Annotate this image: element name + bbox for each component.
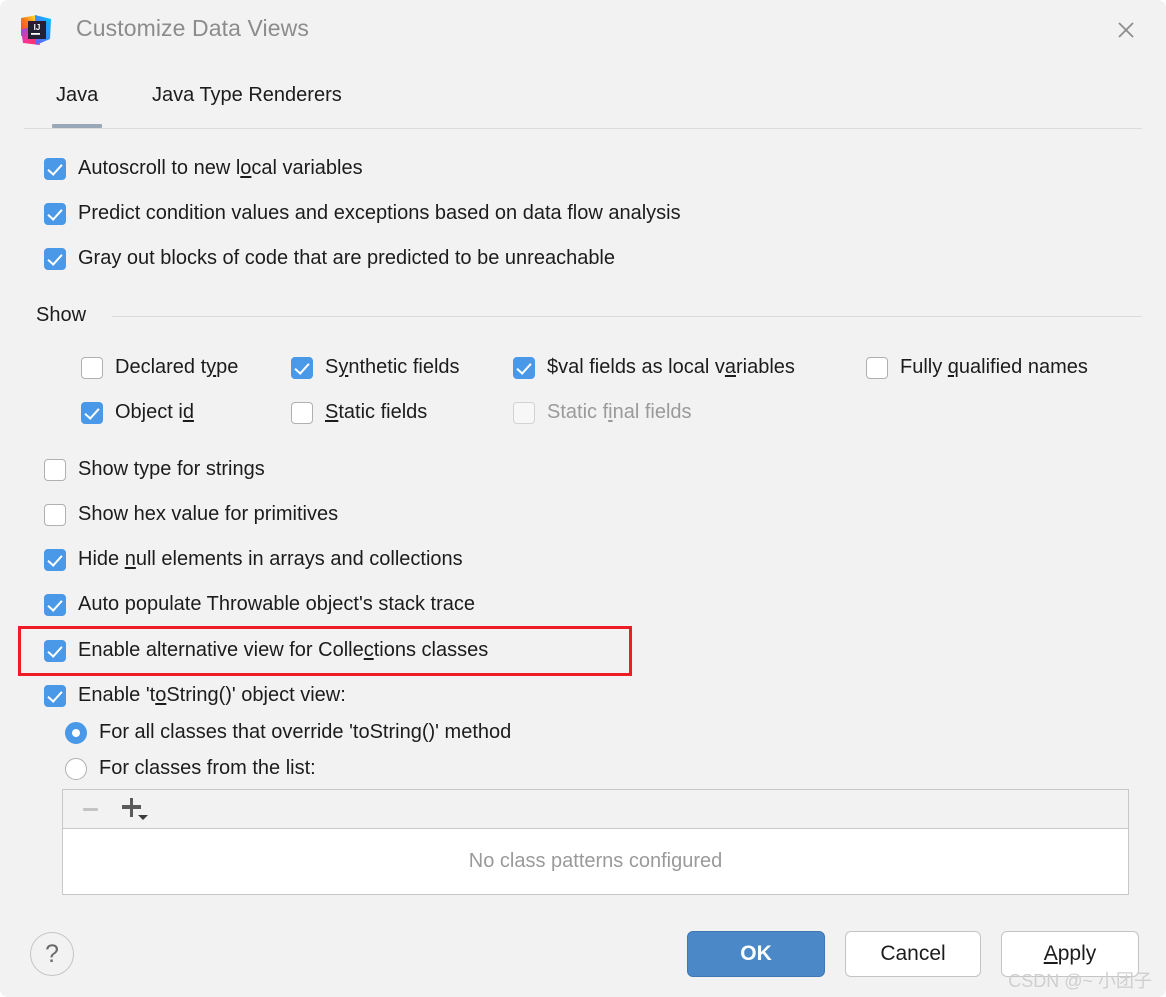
dialog-title: Customize Data Views (76, 15, 309, 41)
tab-java-type-renderers-label: Java Type Renderers (152, 84, 342, 106)
checkbox-row-show-type-for-strings[interactable]: Show type for strings (44, 458, 265, 481)
titlebar: IJ Customize Data Views (0, 0, 1166, 60)
gray-out-blocks-checkbox[interactable] (44, 247, 66, 270)
for-all-classes-radio[interactable] (65, 721, 87, 744)
predict-condition-label: Predict condition values and exceptions … (78, 202, 681, 224)
apply-button-label: Apply (1043, 942, 1097, 965)
svg-text:IJ: IJ (34, 23, 41, 32)
checkbox-row-val-fields[interactable]: $val fields as local variables (513, 356, 795, 379)
checkbox-row-synthetic-fields[interactable]: Synthetic fields (291, 356, 460, 379)
enable-alternative-view-checkbox[interactable] (44, 639, 66, 662)
tab-java-type-renderers[interactable]: Java Type Renderers (148, 84, 346, 126)
show-type-for-strings-label: Show type for strings (78, 458, 265, 480)
val-fields-checkbox[interactable] (513, 356, 535, 379)
class-patterns-toolbar (63, 790, 1128, 829)
static-final-fields-label: Static final fields (547, 401, 692, 423)
val-fields-label: $val fields as local variables (547, 356, 795, 378)
object-id-checkbox[interactable] (81, 401, 103, 424)
checkbox-row-autoscroll[interactable]: Autoscroll to new local variables (44, 157, 363, 180)
checkbox-row-predict-condition[interactable]: Predict condition values and exceptions … (44, 202, 681, 225)
checkbox-row-static-fields[interactable]: Static fields (291, 401, 427, 424)
auto-populate-throwable-checkbox[interactable] (44, 593, 66, 616)
for-classes-from-list-label: For classes from the list: (99, 757, 316, 779)
checkbox-row-enable-tostring-view[interactable]: Enable 'toString()' object view: (44, 684, 346, 707)
cancel-button-label: Cancel (880, 942, 946, 965)
help-button[interactable]: ? (30, 932, 74, 976)
add-icon[interactable] (117, 794, 151, 824)
radio-row-for-classes-from-list[interactable]: For classes from the list: (65, 757, 316, 780)
static-fields-checkbox[interactable] (291, 401, 313, 424)
auto-populate-throwable-label: Auto populate Throwable object's stack t… (78, 593, 476, 615)
autoscroll-checkbox[interactable] (44, 157, 66, 180)
close-icon[interactable] (1108, 12, 1144, 48)
declared-type-checkbox[interactable] (81, 356, 103, 379)
gray-out-blocks-label: Gray out blocks of code that are predict… (78, 247, 616, 269)
enable-tostring-view-checkbox[interactable] (44, 684, 66, 707)
predict-condition-checkbox[interactable] (44, 202, 66, 225)
hide-null-elements-checkbox[interactable] (44, 548, 66, 571)
object-id-label: Object id (115, 401, 194, 423)
intellij-idea-logo-icon: IJ (18, 12, 54, 48)
ok-button-label: OK (740, 942, 772, 965)
tab-java[interactable]: Java (52, 84, 103, 128)
ok-button[interactable]: OK (687, 931, 825, 977)
show-group-separator (112, 316, 1142, 317)
autoscroll-label: Autoscroll to new local variables (78, 157, 363, 179)
checkbox-row-fully-qualified-names[interactable]: Fully qualified names (866, 356, 1088, 379)
checkbox-row-declared-type[interactable]: Declared type (81, 356, 238, 379)
checkbox-row-static-final-fields: Static final fields (513, 401, 692, 424)
customize-data-views-dialog: IJ Customize Data Views Java Java Type R… (0, 0, 1166, 997)
cancel-button[interactable]: Cancel (845, 931, 981, 977)
tab-separator (24, 128, 1142, 129)
show-group-title: Show (36, 304, 87, 326)
fully-qualified-names-checkbox[interactable] (866, 356, 888, 379)
radio-row-for-all-classes[interactable]: For all classes that override 'toString(… (65, 721, 511, 744)
static-fields-label: Static fields (325, 401, 428, 423)
enable-tostring-view-label: Enable 'toString()' object view: (78, 684, 346, 706)
checkbox-row-enable-alternative-view[interactable]: Enable alternative view for Collections … (44, 639, 488, 662)
for-classes-from-list-radio[interactable] (65, 757, 87, 780)
declared-type-label: Declared type (115, 356, 239, 378)
tab-java-label: Java (56, 84, 99, 106)
hide-null-elements-label: Hide null elements in arrays and collect… (78, 548, 463, 570)
class-patterns-panel: No class patterns configured (62, 789, 1129, 895)
remove-icon (75, 796, 105, 822)
checkbox-row-auto-populate-throwable[interactable]: Auto populate Throwable object's stack t… (44, 593, 475, 616)
apply-button[interactable]: Apply (1001, 931, 1139, 977)
checkbox-row-hide-null-elements[interactable]: Hide null elements in arrays and collect… (44, 548, 463, 571)
synthetic-fields-label: Synthetic fields (325, 356, 460, 378)
class-patterns-empty-message: No class patterns configured (468, 849, 723, 872)
static-final-fields-checkbox (513, 401, 535, 424)
for-all-classes-label: For all classes that override 'toString(… (99, 721, 512, 743)
checkbox-row-show-hex-value[interactable]: Show hex value for primitives (44, 503, 338, 526)
checkbox-row-gray-out-blocks[interactable]: Gray out blocks of code that are predict… (44, 247, 615, 270)
show-hex-value-checkbox[interactable] (44, 503, 66, 526)
synthetic-fields-checkbox[interactable] (291, 356, 313, 379)
show-type-for-strings-checkbox[interactable] (44, 458, 66, 481)
show-hex-value-label: Show hex value for primitives (78, 503, 339, 525)
checkbox-row-object-id[interactable]: Object id (81, 401, 194, 424)
tab-bar: Java Java Type Renderers (0, 84, 1166, 128)
enable-alternative-view-label: Enable alternative view for Collections … (78, 639, 489, 661)
fully-qualified-names-label: Fully qualified names (900, 356, 1088, 378)
chevron-down-icon[interactable] (138, 815, 148, 820)
